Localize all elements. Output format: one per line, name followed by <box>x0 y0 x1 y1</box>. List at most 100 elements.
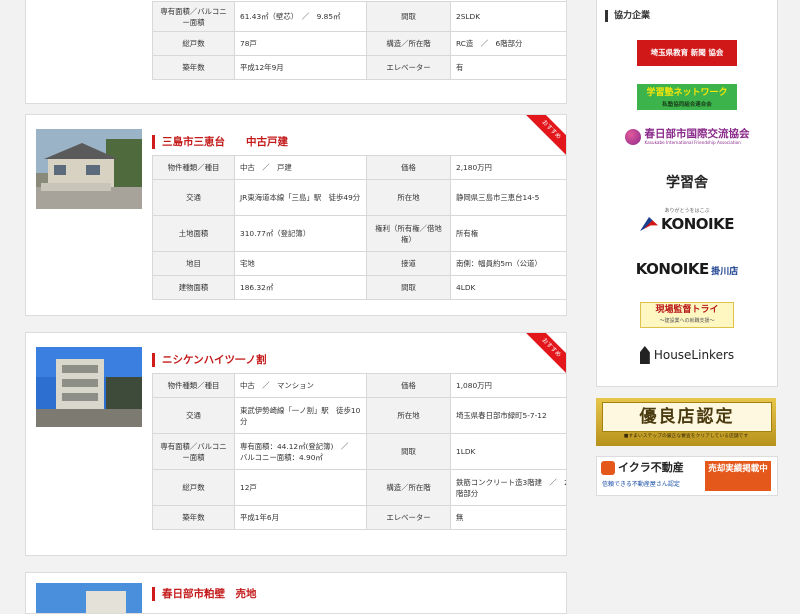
spec-key: 間取 <box>366 433 451 470</box>
partner-logo-konoike-kakegawa[interactable]: KONOIKE 掛川店 <box>597 260 777 278</box>
spec-value: 平成12年9月 <box>234 55 367 80</box>
ikura-logo-icon <box>601 461 615 475</box>
logo-text: 学習塾ネットワーク <box>646 88 728 98</box>
spec-value: 4LDK <box>450 275 566 300</box>
logo-subtext: Kasukabe International Friendship Associ… <box>644 140 741 145</box>
listing-card[interactable]: ニシケンハイツ一ノ割 おすすめ 物件種類／種目 中古 ／ マンション 価格 1,… <box>25 332 567 556</box>
listing-title[interactable]: 春日部市粕壁 売地 <box>152 587 257 601</box>
bird-icon <box>640 217 659 231</box>
logo-text: KONOIKE <box>635 260 709 278</box>
spec-value: 鉄筋コンクリート造3階建 ／ 2階部分 <box>450 469 566 506</box>
spec-key: 地目 <box>152 251 235 276</box>
yuryo-certification-banner[interactable]: 優良店認定 ■すまいステップの厳正な審査をクリアしている店舗です <box>596 398 776 446</box>
listing-card: 専有面積／バルコニー面積 61.43㎡（壁芯） ／ 9.85㎡ 間取 2SLDK… <box>25 0 567 104</box>
listing-card[interactable]: 春日部市粕壁 売地 <box>25 572 567 614</box>
spec-value: 所有権 <box>450 215 566 252</box>
logo-text: 学習舎 <box>666 175 708 191</box>
property-photo[interactable] <box>36 583 142 613</box>
spec-key: 専有面積／バルコニー面積 <box>152 433 235 470</box>
spec-value: 1LDK <box>450 433 566 470</box>
spec-value: 宅地 <box>234 251 367 276</box>
spec-value: 1,080万円 <box>450 373 566 398</box>
spec-key: 交通 <box>152 397 235 434</box>
listing-title[interactable]: ニシケンハイツ一ノ割 <box>152 353 266 367</box>
logo-text: KONOIKE <box>661 215 734 233</box>
listing-card[interactable]: 三島市三恵台 中古戸建 おすすめ 物件種類／種目 中古 ／ 戸建 価格 2,18… <box>25 114 567 316</box>
spec-table: 物件種類／種目 中古 ／ マンション 価格 1,080万円 交通 東武伊勢崎線「… <box>152 373 566 530</box>
spec-key: 接道 <box>366 251 451 276</box>
spec-key: 価格 <box>366 155 451 180</box>
spec-key: 構造／所在階 <box>366 469 451 506</box>
spec-value: 186.32㎡ <box>234 275 367 300</box>
recommend-badge: おすすめ <box>524 333 566 375</box>
spec-value: 中古 ／ 戸建 <box>234 155 367 180</box>
partner-logo-gakushusha[interactable]: 学習舎 <box>597 172 777 192</box>
recommend-badge: おすすめ <box>524 115 566 157</box>
spec-value: 2SLDK <box>450 1 566 32</box>
banner-title: イクラ不動産 <box>618 461 684 474</box>
globe-icon <box>624 129 641 145</box>
logo-text: 現場監督トライ <box>655 305 719 315</box>
listing-title[interactable]: 三島市三恵台 中古戸建 <box>152 135 288 149</box>
spec-value: 78戸 <box>234 31 367 56</box>
spec-key: 総戸数 <box>152 31 235 56</box>
spec-value: 有 <box>450 55 566 80</box>
spec-key: 物件種類／種目 <box>152 373 235 398</box>
spec-key: 所在地 <box>366 397 451 434</box>
partner-logo-houselinkers[interactable]: HouseLinkers <box>597 346 777 366</box>
logo-text: 埼玉県教育 新聞 協会 <box>637 40 737 66</box>
logo-subtext: 掛川店 <box>711 267 739 277</box>
spec-value: JR東海道本線「三島」駅 徒歩49分 <box>234 179 367 216</box>
banner-subtitle: ■すまいステップの厳正な審査をクリアしている店舗です <box>623 434 749 439</box>
logo-subtext: 私塾協同組合連合会 <box>662 102 712 108</box>
spec-key: 交通 <box>152 179 235 216</box>
logo-subtext: 〜建設業への就職支援〜 <box>659 318 715 324</box>
spec-value: 静岡県三島市三恵台14-5 <box>450 179 566 216</box>
partner-logo-genba-kantoku-try[interactable]: 現場監督トライ 〜建設業への就職支援〜 <box>597 302 777 328</box>
spec-value: 中古 ／ マンション <box>234 373 367 398</box>
partner-logo-konoike[interactable]: ありがとうをはこぶ KONOIKE <box>597 208 777 233</box>
sales-record-button[interactable]: 売却実績掲載中 <box>705 461 771 491</box>
spec-value: 南側：幅員約5m（公道） <box>450 251 566 276</box>
logo-subtext: ありがとうをはこぶ <box>664 208 710 214</box>
banner-subtitle: 信頼できる不動産屋さん認定 <box>602 481 680 488</box>
spec-key: 専有面積／バルコニー面積 <box>152 1 235 32</box>
spec-key: 建物面積 <box>152 275 235 300</box>
spec-key: 総戸数 <box>152 469 235 506</box>
spec-key: 権利（所有権／借地権） <box>366 215 451 252</box>
spec-key: 所在地 <box>366 179 451 216</box>
partner-logo-juku-network[interactable]: 学習塾ネットワーク 私塾協同組合連合会 <box>597 84 777 110</box>
spec-value: 61.43㎡（壁芯） ／ 9.85㎡ <box>234 1 367 32</box>
spec-value: 平成1年6月 <box>234 505 367 530</box>
spec-value: 東武伊勢崎線「一ノ割」駅 徒歩10分 <box>234 397 367 434</box>
spec-value: 専有面積：44.12㎡(登記簿) ／ バルコニー面積：4.90㎡ <box>234 433 367 470</box>
spec-value: 無 <box>450 505 566 530</box>
spec-table: 物件種類／種目 中古 ／ 戸建 価格 2,180万円 交通 JR東海道本線「三島… <box>152 155 566 300</box>
spec-value: 12戸 <box>234 469 367 506</box>
spec-key: 築年数 <box>152 55 235 80</box>
spec-table: 専有面積／バルコニー面積 61.43㎡（壁芯） ／ 9.85㎡ 間取 2SLDK… <box>152 1 566 80</box>
partner-sidebar: 協力企業 埼玉県教育 新聞 協会 学習塾ネットワーク 私塾協同組合連合会 春日部… <box>596 0 778 387</box>
ikura-realestate-banner[interactable]: イクラ不動産 信頼できる不動産屋さん認定 売却実績掲載中 <box>596 456 778 496</box>
banner-title: 優良店認定 <box>639 407 735 427</box>
sidebar-heading: 協力企業 <box>605 10 650 22</box>
spec-key: エレベーター <box>366 505 451 530</box>
property-photo[interactable] <box>36 129 142 209</box>
spec-value: 2,180万円 <box>450 155 566 180</box>
spec-key: 物件種類／種目 <box>152 155 235 180</box>
spec-key: 土地面積 <box>152 215 235 252</box>
spec-key: 構造／所在階 <box>366 31 451 56</box>
partner-logo-saitama-newspaper[interactable]: 埼玉県教育 新聞 協会 <box>597 40 777 66</box>
logo-text: HouseLinkers <box>653 348 735 362</box>
spec-value: 310.77㎡（登記簿） <box>234 215 367 252</box>
spec-key: 間取 <box>366 275 451 300</box>
partner-logo-international-association[interactable]: 春日部市国際交流協会 Kasukabe International Friend… <box>597 128 777 147</box>
spec-key: 間取 <box>366 1 451 32</box>
spec-key: エレベーター <box>366 55 451 80</box>
spec-value: RC造 ／ 6階部分 <box>450 31 566 56</box>
property-photo[interactable] <box>36 347 142 427</box>
spec-key: 築年数 <box>152 505 235 530</box>
logo-text: 春日部市国際交流協会 <box>644 128 750 140</box>
spec-key: 価格 <box>366 373 451 398</box>
spec-value: 埼玉県春日部市緑町5-7-12 <box>450 397 566 434</box>
